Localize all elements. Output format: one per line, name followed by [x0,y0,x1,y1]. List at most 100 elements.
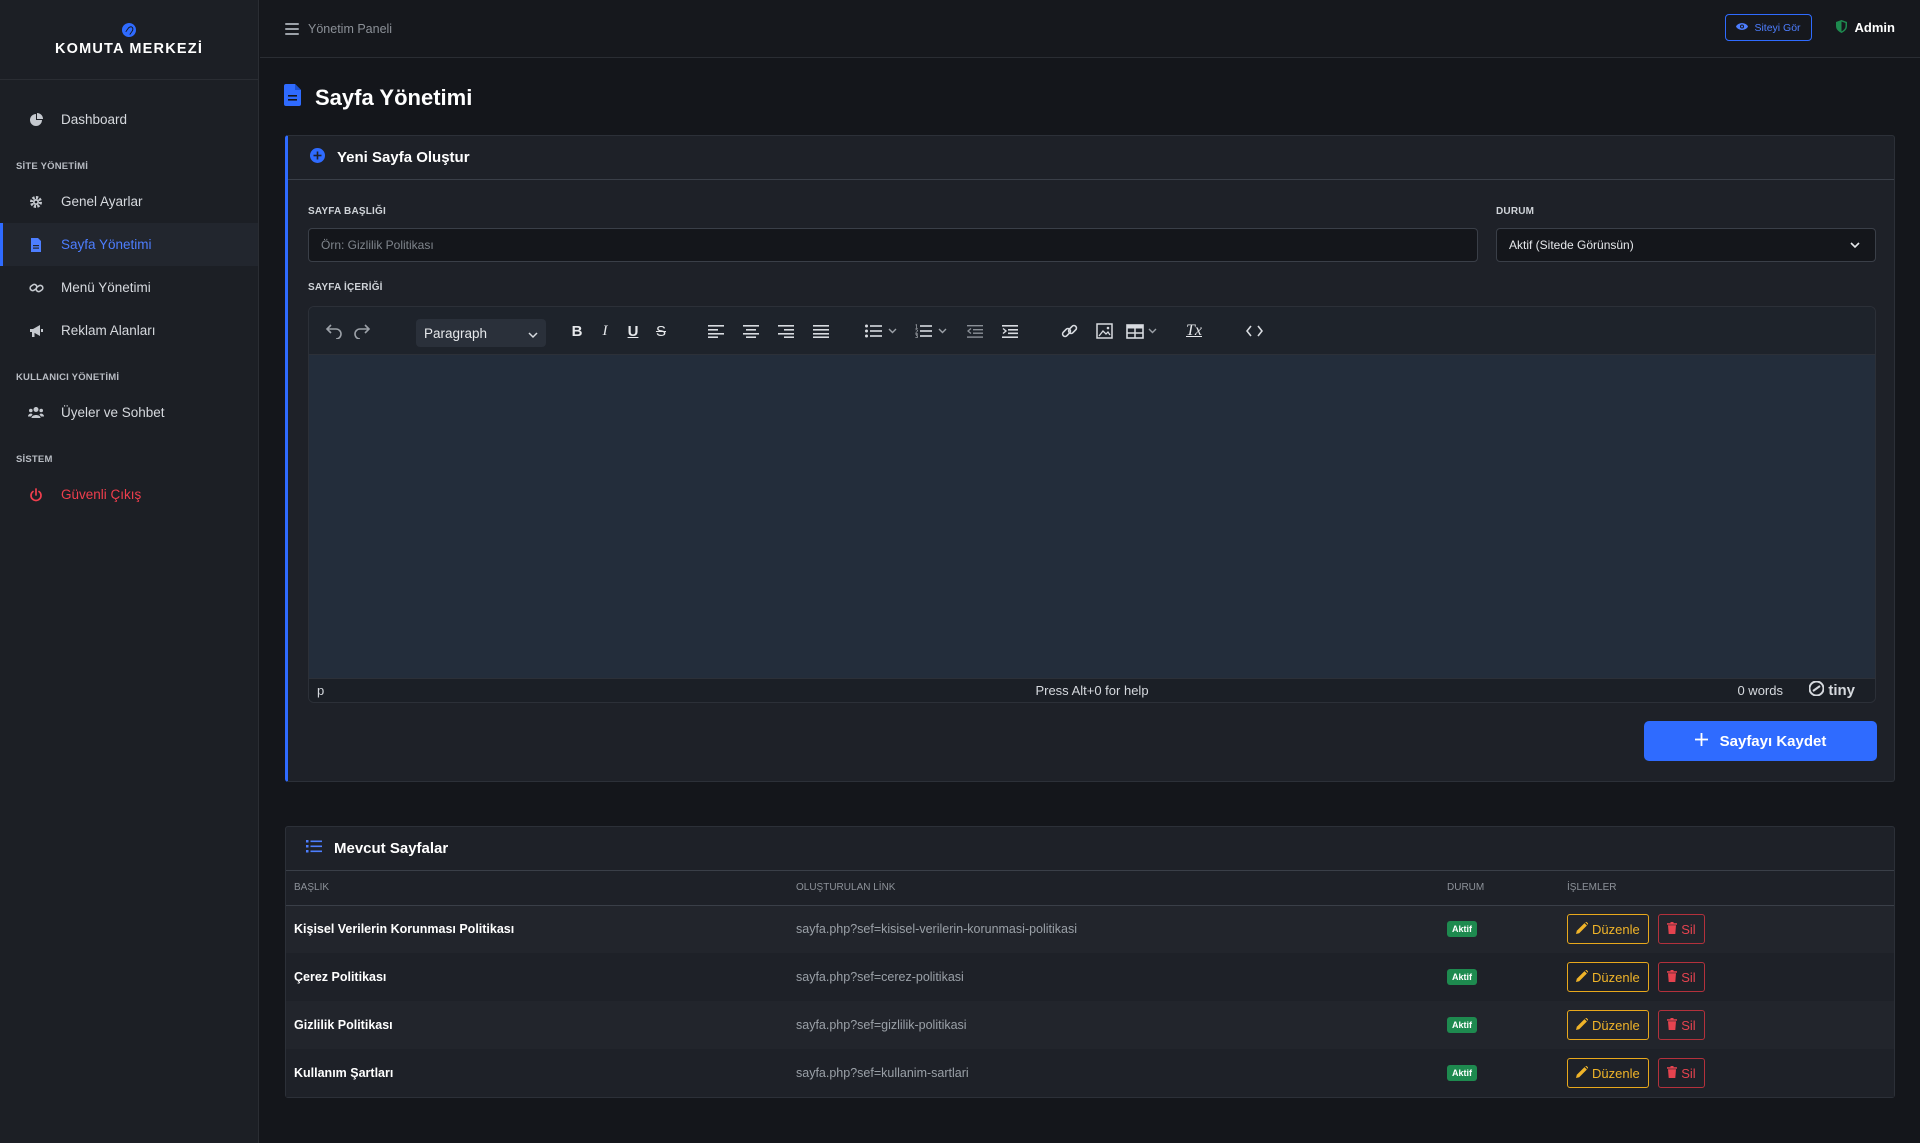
page-row-actions: Düzenle Sil [1559,905,1894,953]
page-row-status-cell: Aktif [1439,1049,1559,1097]
sidebar-item-label: Sayfa Yönetimi [61,237,152,252]
link-icon[interactable] [1056,319,1082,343]
sidebar-item-menu-management[interactable]: Menü Yönetimi [0,266,258,309]
column-header-actions: İŞLEMLER [1559,871,1894,906]
rich-text-editor: Paragraph B I U S 1 2 3 Tx p Press Alt+0… [308,306,1876,703]
delete-button[interactable]: Sil [1658,962,1705,992]
tiny-logo[interactable]: tiny [1808,680,1855,700]
brand[interactable]: KOMUTA MERKEZİ [0,0,258,80]
breadcrumb: Yönetim Paneli [308,21,393,36]
page-row-link[interactable]: sayfa.php?sef=kullanim-sartlari [788,1049,1439,1097]
sidebar-item-label: Üyeler ve Sohbet [61,405,165,420]
column-header-title: BAŞLIK [286,871,788,906]
sidebar-item-ad-areas[interactable]: Reklam Alanları [0,309,258,352]
sidebar-item-general-settings[interactable]: Genel Ayarlar [0,180,258,223]
table-header-row: BAŞLIK OLUŞTURULAN LİNK DURUM İŞLEMLER [286,871,1894,906]
view-site-label: Siteyi Gör [1754,21,1801,34]
editor-help-text: Press Alt+0 for help [1035,683,1149,698]
gear-icon [28,194,44,210]
page-row-actions: Düzenle Sil [1559,1001,1894,1049]
status-badge: Aktif [1447,1065,1477,1081]
status-select[interactable]: Aktif (Sitede Görünsün) [1496,228,1876,262]
align-justify-icon[interactable] [808,319,834,343]
page-row-link[interactable]: sayfa.php?sef=kisisel-verilerin-korunmas… [788,905,1439,953]
edit-button[interactable]: Düzenle [1567,962,1649,992]
editor-statusbar: p Press Alt+0 for help 0 words tiny [309,678,1875,702]
sidebar-item-logout[interactable]: Güvenli Çıkış [0,473,258,516]
clear-formatting-button[interactable]: Tx [1181,319,1207,343]
edit-label: Düzenle [1592,1017,1640,1033]
section-site-management: SİTE YÖNETİMİ [16,161,89,172]
save-page-button[interactable]: Sayfayı Kaydet [1644,721,1877,761]
delete-label: Sil [1681,1065,1696,1081]
pencil-icon [1576,969,1589,985]
trash-icon [1667,921,1678,937]
plus-icon [1694,732,1708,750]
new-page-card: Yeni Sayfa Oluştur SAYFA BAŞLIĞI DURUM A… [285,135,1895,782]
page-row-status-cell: Aktif [1439,953,1559,1001]
bullet-list-icon[interactable] [862,319,902,343]
align-left-icon[interactable] [703,319,729,343]
table-row: Kişisel Verilerin Korunması Politikası s… [286,905,1894,953]
sidebar-item-page-management[interactable]: Sayfa Yönetimi [0,223,258,266]
page-row-title: Gizlilik Politikası [286,1001,788,1049]
sidebar: KOMUTA MERKEZİ Dashboard SİTE YÖNETİMİ G… [0,0,259,1143]
trash-icon [1667,1065,1678,1081]
source-code-icon[interactable] [1241,319,1267,343]
status-badge: Aktif [1447,921,1477,938]
delete-button[interactable]: Sil [1658,1010,1705,1040]
section-system: SİSTEM [16,454,53,465]
block-format-select[interactable]: Paragraph [416,319,546,347]
page-row-link[interactable]: sayfa.php?sef=gizlilik-politikasi [788,1001,1439,1049]
trash-icon [1667,1017,1678,1033]
file-icon [28,237,44,253]
sidebar-item-members-chat[interactable]: Üyeler ve Sohbet [0,391,258,434]
megaphone-icon [28,323,44,339]
underline-icon: U [627,322,639,340]
indent-icon[interactable] [997,319,1023,343]
outdent-icon[interactable] [962,319,988,343]
plus-circle-icon [310,147,325,168]
editor-content-area[interactable] [309,355,1875,678]
pencil-icon [1576,921,1589,937]
delete-label: Sil [1681,1017,1696,1033]
underline-button[interactable]: U [620,319,646,343]
chevron-down-icon [1849,239,1861,254]
redo-icon[interactable] [349,319,375,343]
image-icon[interactable] [1091,319,1117,343]
strikethrough-button[interactable]: S [648,319,674,343]
status-badge: Aktif [1447,969,1477,985]
strikethrough-icon: S [655,322,666,340]
sidebar-item-dashboard[interactable]: Dashboard [0,98,258,141]
hamburger-menu-icon[interactable] [285,22,299,35]
align-right-icon[interactable] [773,319,799,343]
bold-icon: B [571,322,583,340]
edit-button[interactable]: Düzenle [1567,1010,1649,1040]
page-row-link[interactable]: sayfa.php?sef=cerez-politikasi [788,953,1439,1001]
table-icon[interactable] [1124,319,1164,343]
italic-button[interactable]: I [592,319,618,343]
tiny-logo-text: tiny [1828,682,1855,699]
bold-button[interactable]: B [564,319,590,343]
section-user-management: KULLANICI YÖNETİMİ [16,372,120,383]
tiny-logo-icon [1808,680,1825,700]
word-count[interactable]: 0 words [1737,683,1783,698]
align-center-icon[interactable] [738,319,764,343]
delete-button[interactable]: Sil [1658,1058,1705,1088]
edit-label: Düzenle [1592,969,1640,985]
edit-button[interactable]: Düzenle [1567,1058,1649,1088]
editor-toolbar: Paragraph B I U S 1 2 3 Tx [309,307,1875,355]
power-icon [28,487,44,503]
sidebar-nav: Dashboard SİTE YÖNETİMİ Genel Ayarlar Sa… [0,80,258,516]
page-title-input[interactable] [308,228,1478,262]
user-menu[interactable]: Admin [1835,19,1895,36]
view-site-button[interactable]: Siteyi Gör [1725,14,1812,41]
edit-button[interactable]: Düzenle [1567,914,1649,945]
page-row-title: Kullanım Şartları [286,1049,788,1097]
list-icon [306,839,322,858]
numbered-list-icon[interactable]: 123 [912,319,952,343]
users-icon [28,405,44,421]
pencil-icon [1576,1017,1589,1033]
delete-button[interactable]: Sil [1658,914,1705,945]
undo-icon[interactable] [321,319,347,343]
